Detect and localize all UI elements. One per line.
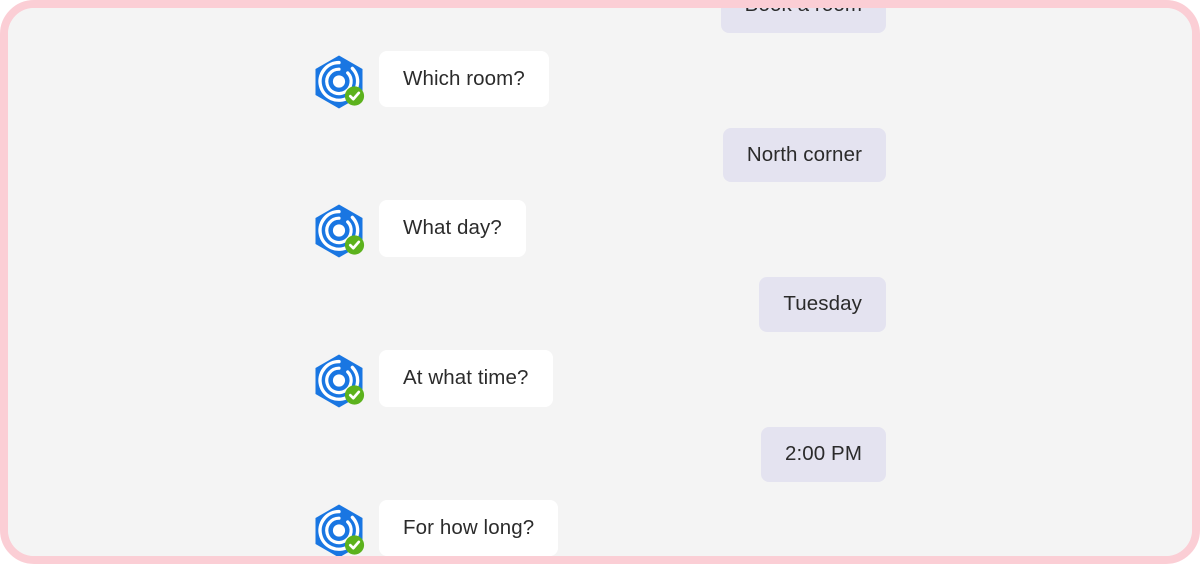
message-row: What day? bbox=[8, 200, 1192, 259]
user-message-bubble: Book a room bbox=[720, 8, 886, 33]
message-row: Book a room bbox=[8, 8, 1192, 33]
user-message-bubble: Tuesday bbox=[759, 277, 886, 332]
bot-message-bubble: What day? bbox=[379, 200, 526, 257]
chat-scroll-viewport[interactable]: Book a room Which room? North corner What d… bbox=[8, 8, 1192, 556]
assistant-hexagon-icon bbox=[312, 503, 368, 556]
message-row: At what time? bbox=[8, 349, 1192, 409]
chat-window-frame: Book a room Which room? North corner What d… bbox=[0, 0, 1200, 564]
assistant-hexagon-icon bbox=[312, 54, 368, 110]
bot-message-bubble: Which room? bbox=[379, 50, 549, 108]
user-message-bubble: North corner bbox=[722, 127, 886, 183]
message-row: For how long? bbox=[8, 499, 1192, 556]
message-row: Which room? bbox=[8, 50, 1192, 110]
message-list: Book a room Which room? North corner What d… bbox=[8, 8, 1192, 556]
bot-message-bubble: For how long? bbox=[379, 499, 559, 556]
message-row: 2:00 PM bbox=[8, 426, 1192, 482]
assistant-hexagon-icon bbox=[312, 203, 368, 259]
assistant-hexagon-icon bbox=[312, 353, 368, 409]
bot-message-bubble: At what time? bbox=[379, 349, 553, 407]
message-row: Tuesday bbox=[8, 277, 1192, 332]
user-message-bubble: 2:00 PM bbox=[760, 426, 886, 482]
message-row: North corner bbox=[8, 127, 1192, 183]
